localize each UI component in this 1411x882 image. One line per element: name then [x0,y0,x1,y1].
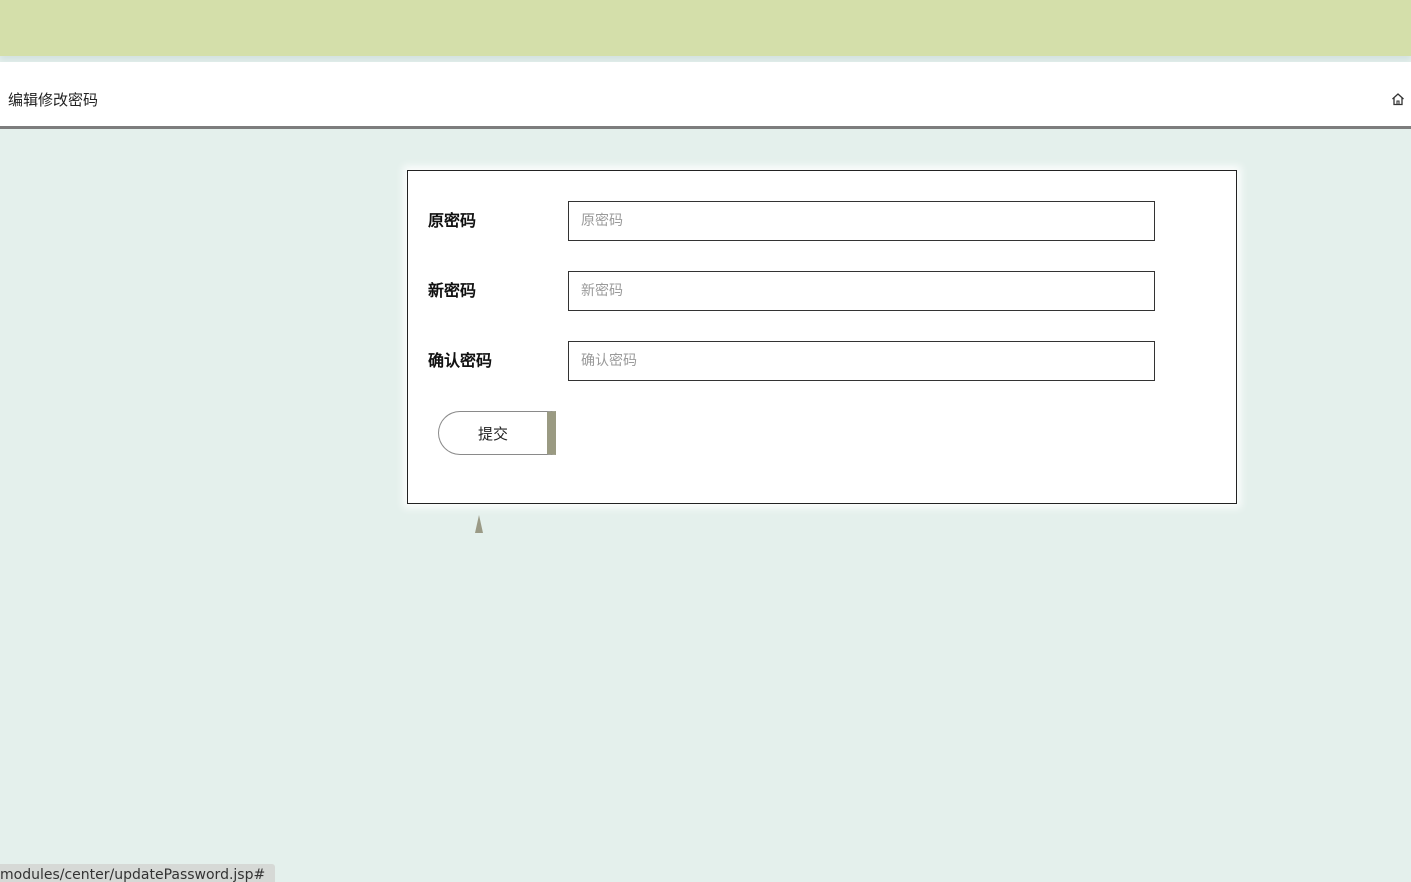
page-title: 编辑修改密码 [8,91,99,109]
top-banner [0,0,1411,56]
mouse-cursor-icon [475,515,483,533]
confirm-password-label: 确认密码 [428,351,493,370]
old-password-row: 原密码 [408,201,1236,241]
new-password-input[interactable] [568,271,1155,311]
submit-button[interactable]: 提交 [438,411,556,455]
old-password-label: 原密码 [428,211,477,230]
old-password-input[interactable] [568,201,1155,241]
confirm-password-input[interactable] [568,341,1155,381]
new-password-label: 新密码 [428,281,477,300]
browser-status-bar: modules/center/updatePassword.jsp# [0,864,276,882]
new-password-row: 新密码 [408,271,1236,311]
password-form: 原密码 新密码 确认密码 提交 [407,170,1237,504]
home-icon[interactable] [1391,92,1405,106]
confirm-password-row: 确认密码 [408,341,1236,381]
page-header: 编辑修改密码 [0,62,1411,129]
